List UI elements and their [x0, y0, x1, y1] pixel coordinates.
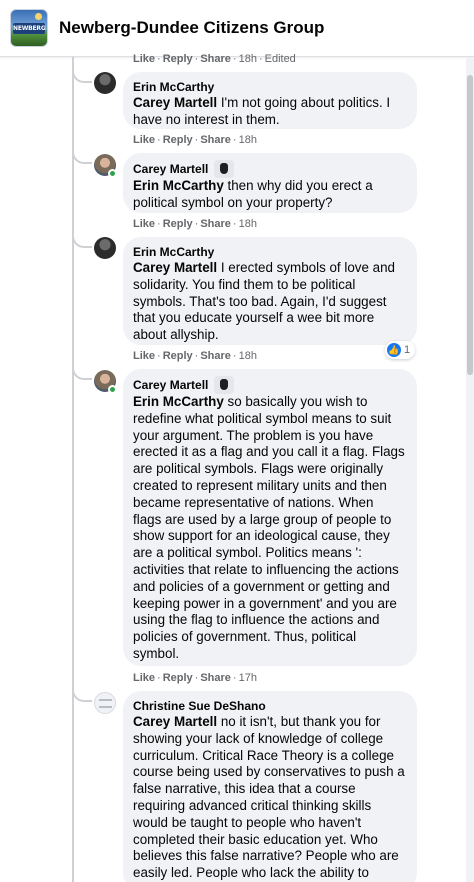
- group-logo[interactable]: NEWBERG: [10, 9, 48, 47]
- comment-bubble: Carey Martell Erin McCarthy so basically…: [123, 369, 417, 666]
- comment-text: Carey Martell I erected symbols of love …: [133, 260, 405, 344]
- like-link[interactable]: Like: [133, 134, 155, 146]
- comment-text: Erin McCarthy then why did you erect a p…: [133, 178, 405, 212]
- reply-link[interactable]: Reply: [163, 218, 193, 230]
- timestamp[interactable]: 18h: [239, 218, 257, 230]
- comment-author[interactable]: Christine Sue DeShano: [133, 698, 405, 714]
- separator: ·: [157, 134, 161, 146]
- separator: ·: [232, 350, 237, 362]
- logo-band: NEWBERG: [13, 23, 46, 34]
- group-header: NEWBERG Newberg-Dundee Citizens Group: [0, 0, 474, 57]
- comment-author[interactable]: Erin McCarthy: [133, 244, 405, 260]
- comment-bubble: Erin McCarthy Carey Martell I'm not goin…: [123, 72, 417, 129]
- separator: ·: [232, 672, 237, 684]
- separator: ·: [194, 53, 199, 65]
- like-link[interactable]: Like: [133, 350, 155, 362]
- separator: ·: [194, 672, 199, 684]
- comment-text: Erin McCarthy so basically you wish to r…: [133, 394, 405, 663]
- reaction-summary[interactable]: 👍 1: [385, 341, 416, 359]
- separator: ·: [232, 218, 237, 230]
- separator: ·: [258, 53, 263, 65]
- separator: ·: [157, 350, 161, 362]
- thread-line: [72, 57, 74, 882]
- online-status-dot: [108, 169, 117, 178]
- thread-elbow: [72, 685, 92, 702]
- default-avatar-icon: [99, 699, 112, 708]
- reply-link[interactable]: Reply: [163, 134, 193, 146]
- comment-author[interactable]: Carey Martell: [133, 376, 405, 394]
- online-status-dot: [108, 385, 117, 394]
- author-name[interactable]: Carey Martell: [133, 161, 208, 177]
- comment-author[interactable]: Erin McCarthy: [133, 79, 405, 95]
- avatar[interactable]: [94, 237, 116, 259]
- comment-text: Carey Martell I'm not going about politi…: [133, 95, 405, 129]
- separator: ·: [194, 134, 199, 146]
- comment-body: so basically you wish to redefine what p…: [133, 394, 405, 661]
- reaction-count: 1: [404, 344, 411, 356]
- mention-link[interactable]: Carey Martell: [133, 714, 217, 729]
- timestamp[interactable]: 18h: [239, 350, 257, 362]
- timestamp[interactable]: 18h: [239, 53, 257, 65]
- reply-link[interactable]: Reply: [163, 350, 193, 362]
- group-title[interactable]: Newberg-Dundee Citizens Group: [59, 18, 324, 38]
- like-link[interactable]: Like: [133, 53, 155, 65]
- separator: ·: [232, 53, 237, 65]
- avatar[interactable]: [94, 72, 116, 94]
- mention-link[interactable]: Carey Martell: [133, 95, 217, 110]
- share-link[interactable]: Share: [200, 350, 231, 362]
- comment-bubble: Carey Martell Erin McCarthy then why did…: [123, 153, 417, 213]
- mention-link[interactable]: Erin McCarthy: [133, 178, 224, 193]
- like-link[interactable]: Like: [133, 218, 155, 230]
- timestamp[interactable]: 17h: [239, 672, 257, 684]
- thumbs-up-icon: 👍: [387, 343, 401, 357]
- comment-bubble: Christine Sue DeShano Carey Martell no i…: [123, 691, 417, 882]
- share-link[interactable]: Share: [200, 53, 231, 65]
- thread-elbow: [72, 231, 92, 248]
- comment-body: no it isn't, but thank you for showing y…: [133, 714, 405, 881]
- edited-label: Edited: [264, 53, 296, 65]
- separator: ·: [157, 53, 161, 65]
- timestamp[interactable]: 18h: [239, 134, 257, 146]
- separator: ·: [194, 350, 199, 362]
- avatar[interactable]: [94, 692, 116, 714]
- comment-actions: Like · Reply · Share · 18h: [133, 350, 257, 362]
- comment-actions: Like · Reply · Share · 18h: [133, 218, 257, 230]
- comment-author[interactable]: Carey Martell: [133, 160, 405, 178]
- thread-elbow: [72, 363, 92, 380]
- scrollbar-thumb[interactable]: [467, 75, 473, 375]
- reply-link[interactable]: Reply: [163, 672, 193, 684]
- top-fan-badge-icon[interactable]: [214, 160, 235, 178]
- scrollbar[interactable]: [466, 57, 474, 882]
- comment-text: Carey Martell no it isn't, but thank you…: [133, 714, 405, 882]
- comment-actions: Like · Reply · Share · 18h: [133, 134, 257, 146]
- comment-actions: Like · Reply · Share · 17h: [133, 672, 257, 684]
- author-name[interactable]: Carey Martell: [133, 377, 208, 393]
- separator: ·: [232, 134, 237, 146]
- mention-link[interactable]: Carey Martell: [133, 260, 217, 275]
- like-link[interactable]: Like: [133, 672, 155, 684]
- comment-actions: Like · Reply · Share · 18h · Edited: [133, 53, 296, 65]
- mention-link[interactable]: Erin McCarthy: [133, 394, 224, 409]
- separator: ·: [157, 672, 161, 684]
- top-fan-badge-icon[interactable]: [214, 376, 235, 394]
- share-link[interactable]: Share: [200, 134, 231, 146]
- reply-link[interactable]: Reply: [163, 53, 193, 65]
- logo-sun: [35, 13, 42, 20]
- separator: ·: [157, 218, 161, 230]
- share-link[interactable]: Share: [200, 672, 231, 684]
- separator: ·: [194, 218, 199, 230]
- thread-elbow: [72, 147, 92, 164]
- share-link[interactable]: Share: [200, 218, 231, 230]
- comment-bubble: Erin McCarthy Carey Martell I erected sy…: [123, 237, 417, 345]
- thread-elbow: [72, 66, 92, 83]
